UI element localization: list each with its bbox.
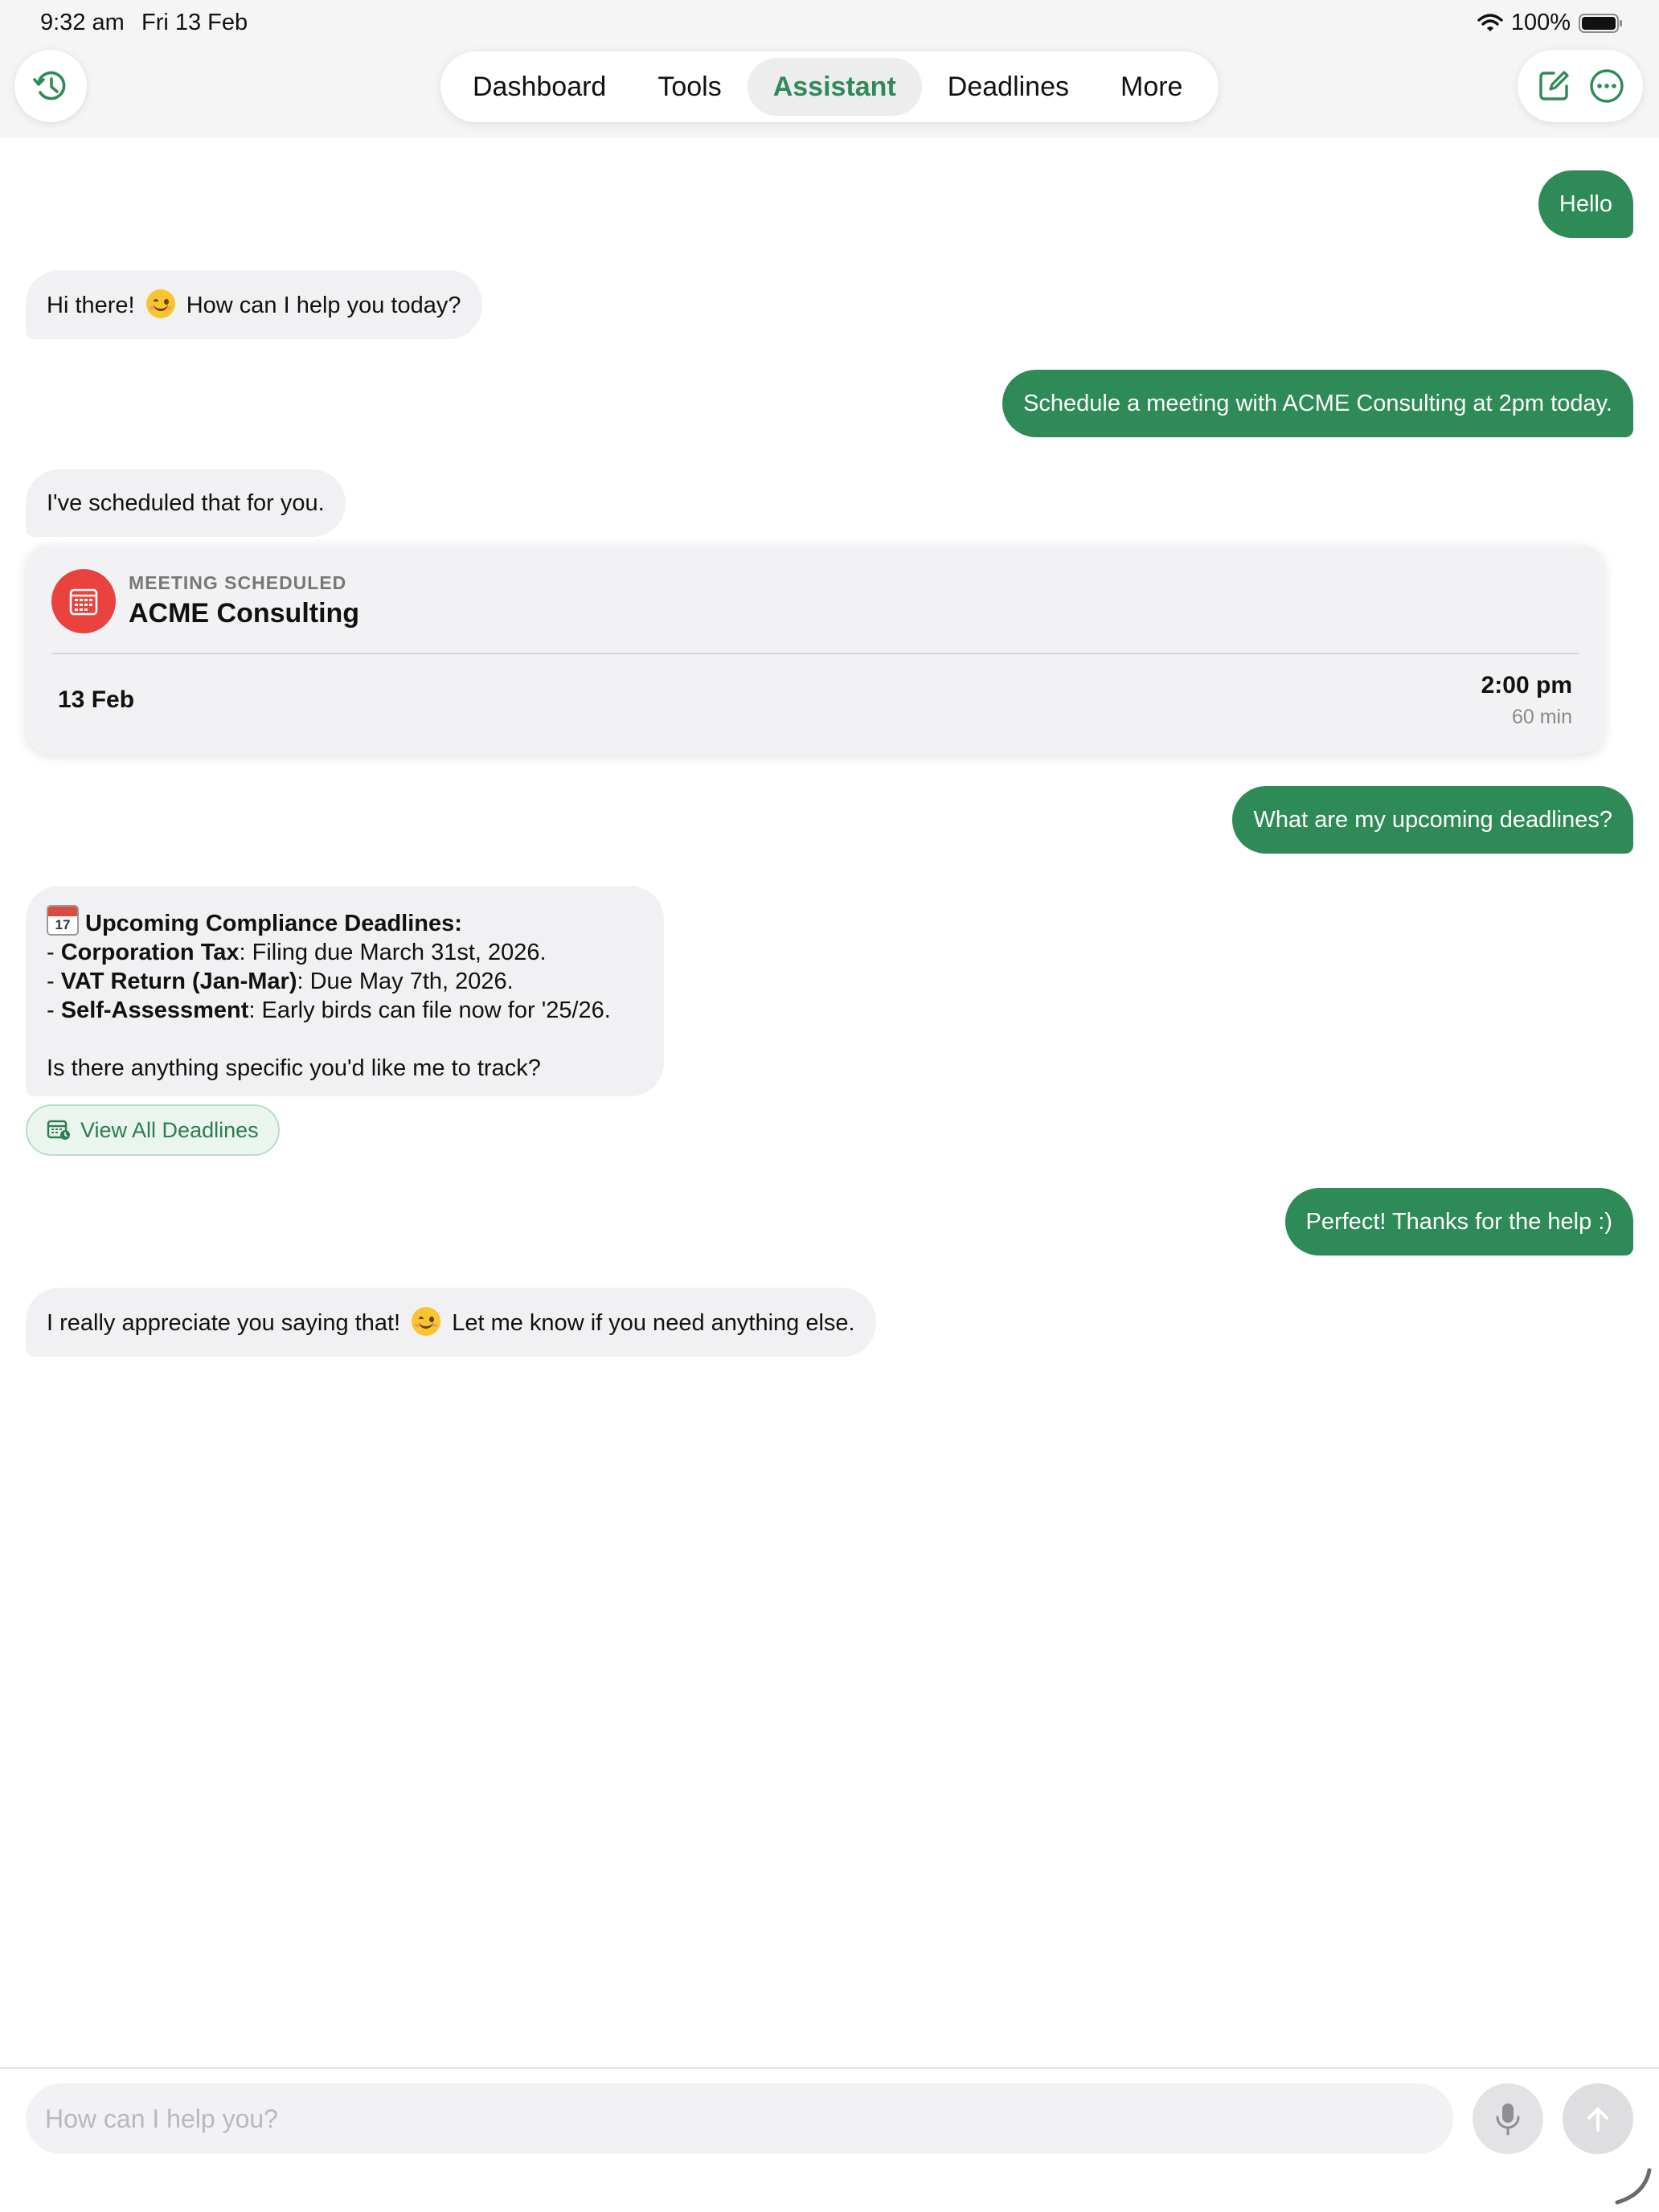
message-input[interactable] bbox=[26, 2083, 1453, 2154]
assistant-message: I've scheduled that for you. bbox=[26, 469, 346, 537]
header-actions bbox=[1518, 50, 1643, 122]
assistant-message: I really appreciate you saying that! Let… bbox=[26, 1288, 876, 1357]
resize-handle-icon bbox=[1615, 2168, 1652, 2205]
user-message: What are my upcoming deadlines? bbox=[1232, 786, 1633, 854]
user-message: Perfect! Thanks for the help :) bbox=[1284, 1188, 1633, 1256]
smiling-face-icon bbox=[145, 289, 175, 318]
tab-dashboard[interactable]: Dashboard bbox=[447, 58, 632, 116]
message-text: I really appreciate you saying that! bbox=[47, 1310, 401, 1336]
new-chat-button[interactable] bbox=[1528, 60, 1579, 112]
meeting-date: 13 Feb bbox=[58, 686, 135, 713]
message-text: Let me know if you need anything else. bbox=[452, 1310, 855, 1336]
smiling-face-icon bbox=[412, 1307, 441, 1336]
message-text: How can I help you today? bbox=[186, 293, 461, 318]
tab-more[interactable]: More bbox=[1095, 58, 1208, 116]
card-divider bbox=[51, 653, 1579, 654]
status-time: 9:32 am bbox=[40, 10, 125, 35]
more-options-button[interactable] bbox=[1581, 60, 1632, 112]
user-message: Schedule a meeting with ACME Consulting … bbox=[1002, 370, 1633, 437]
status-indicators: 100% bbox=[1477, 10, 1624, 36]
deadlines-message: 17 Upcoming Compliance Deadlines: - Corpo… bbox=[26, 886, 664, 1096]
deadline-item: - VAT Return (Jan-Mar): Due May 7th, 202… bbox=[47, 969, 514, 994]
deadlines-heading: Upcoming Compliance Deadlines: bbox=[85, 911, 462, 936]
tab-tools[interactable]: Tools bbox=[632, 58, 747, 116]
composer-bar bbox=[0, 2067, 1659, 2212]
deadlines-heading-line: 17 Upcoming Compliance Deadlines: bbox=[47, 905, 643, 938]
card-title: ACME Consulting bbox=[129, 598, 360, 629]
wifi-icon bbox=[1477, 13, 1503, 31]
clock-history-icon bbox=[33, 71, 66, 100]
tab-assistant[interactable]: Assistant bbox=[747, 58, 922, 116]
compose-icon bbox=[1539, 71, 1569, 100]
calendar-badge bbox=[51, 569, 116, 633]
tab-deadlines[interactable]: Deadlines bbox=[922, 58, 1095, 116]
meeting-time: 2:00 pm bbox=[1481, 672, 1572, 698]
deadlines-question: Is there anything specific you'd like me… bbox=[47, 1055, 541, 1081]
microphone-button[interactable] bbox=[1473, 2083, 1543, 2154]
card-kicker: MEETING SCHEDULED bbox=[129, 572, 347, 593]
deadline-item: - Self-Assessment: Early birds can file … bbox=[47, 997, 611, 1023]
top-bar: 9:32 am Fri 13 Feb 100% Dashboard Tools … bbox=[0, 0, 1659, 138]
message-text: Hi there! bbox=[47, 293, 135, 318]
calendar-clock-icon bbox=[47, 1120, 70, 1140]
assistant-screen: 9:32 am Fri 13 Feb 100% Dashboard Tools … bbox=[0, 0, 1659, 2212]
meeting-duration: 60 min bbox=[1511, 706, 1572, 728]
status-date: Fri 13 Feb bbox=[141, 10, 248, 35]
microphone-icon bbox=[1496, 2103, 1520, 2136]
ellipsis-circle-icon bbox=[1590, 69, 1624, 103]
view-all-deadlines-button[interactable]: View All Deadlines bbox=[26, 1104, 280, 1156]
history-button[interactable] bbox=[14, 50, 87, 122]
meeting-card[interactable]: MEETING SCHEDULED ACME Consulting 13 Feb… bbox=[26, 545, 1604, 754]
main-tabs: Dashboard Tools Assistant Deadlines More bbox=[440, 51, 1219, 122]
chip-label: View All Deadlines bbox=[80, 1117, 259, 1142]
assistant-message: Hi there! How can I help you today? bbox=[26, 270, 482, 339]
user-message: Hello bbox=[1538, 170, 1633, 238]
arrow-up-icon bbox=[1587, 2108, 1608, 2132]
battery-icon bbox=[1579, 13, 1622, 33]
calendar-icon: 17 bbox=[47, 905, 79, 936]
battery-percent: 100% bbox=[1510, 10, 1571, 35]
calendar-icon bbox=[69, 588, 98, 616]
send-button[interactable] bbox=[1563, 2083, 1633, 2154]
deadline-item: - Corporation Tax: Filing due March 31st… bbox=[47, 940, 547, 965]
